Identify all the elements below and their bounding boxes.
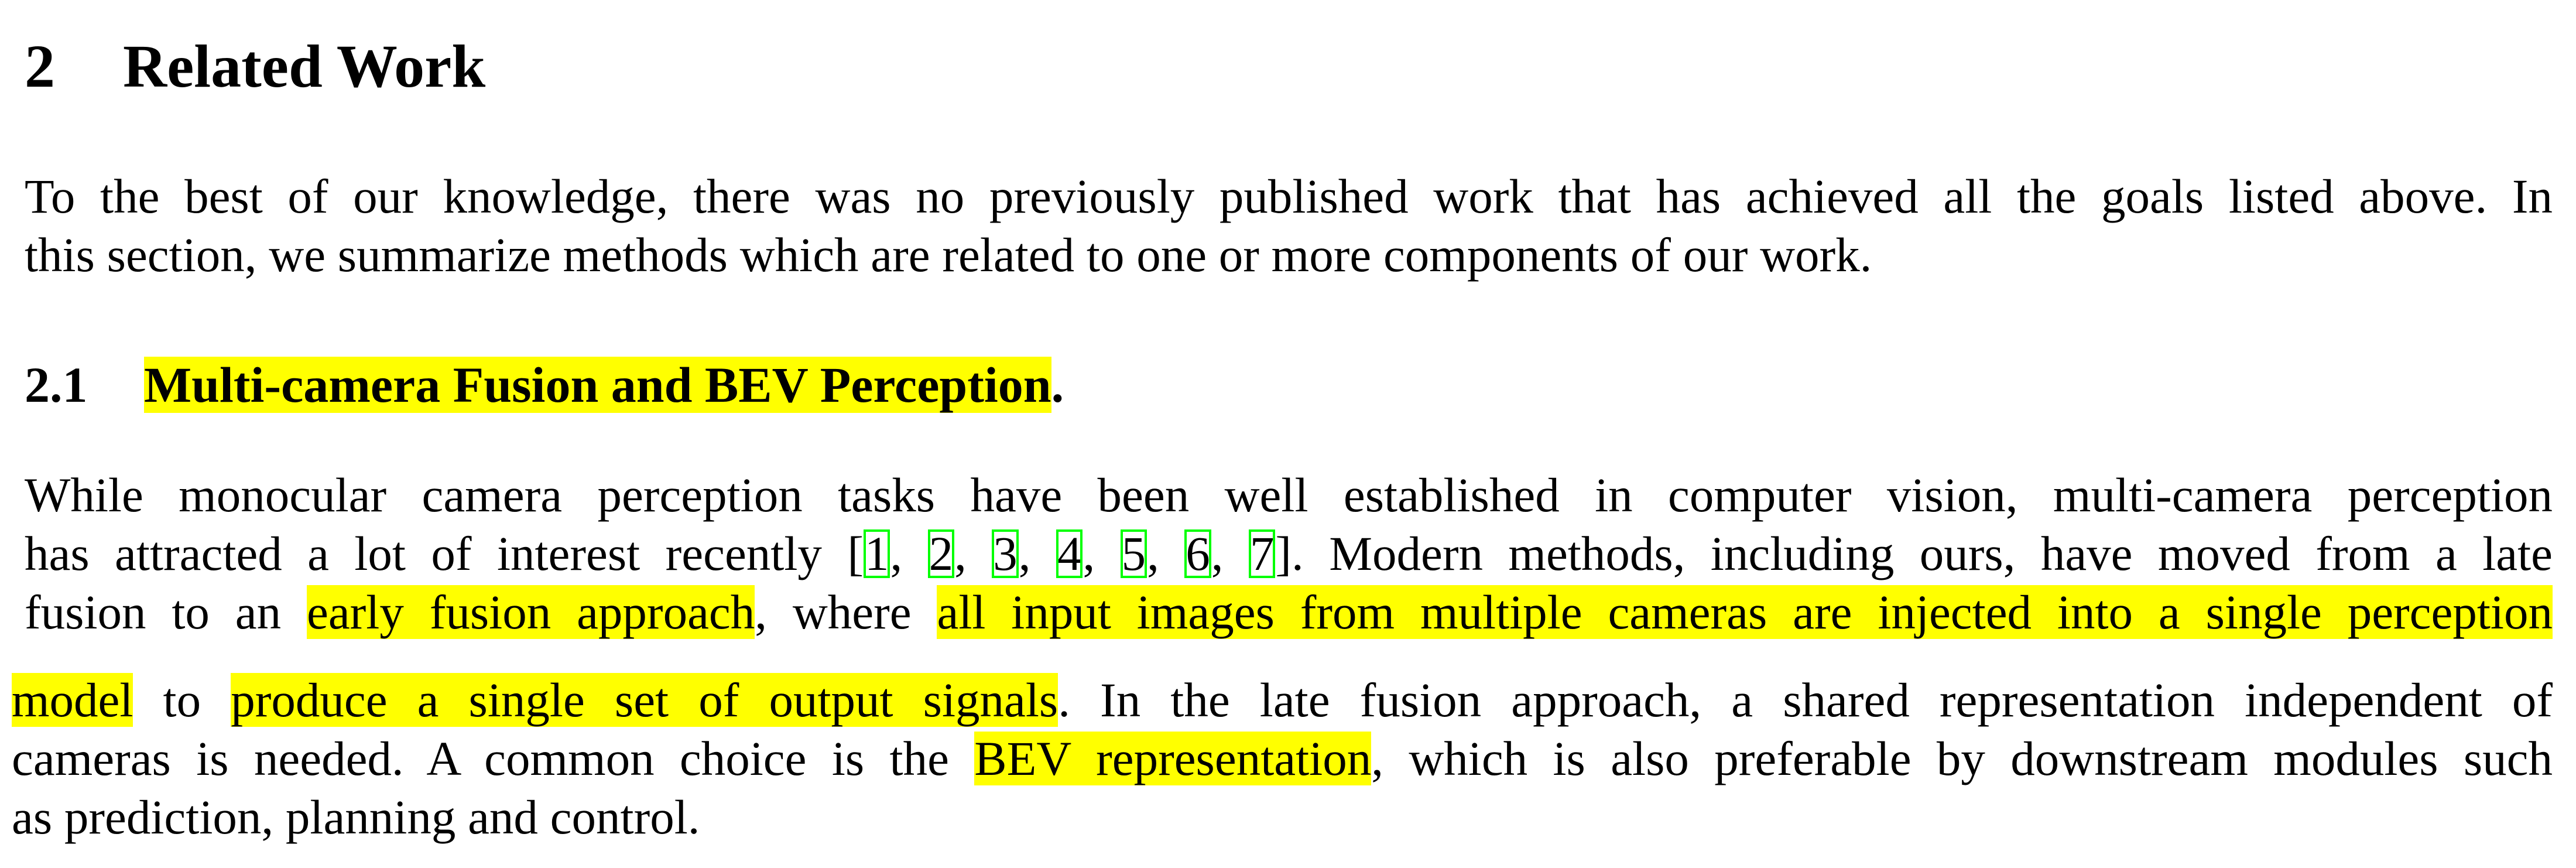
para-line-1: While monocular camera perception tasks … <box>25 468 2553 522</box>
citation-link-6[interactable]: 6 <box>1184 529 1211 578</box>
para-line-4: model to produce a single set of output … <box>12 671 2553 729</box>
intro-line-2: this section, we summarize methods which… <box>25 228 1872 282</box>
highlight-early-fusion: early fusion approach <box>306 585 755 639</box>
para-line-2-pre: has attracted a lot of interest recently… <box>25 527 864 580</box>
para-line-3-a: fusion to an <box>25 585 307 639</box>
para-line-5: cameras is needed. A common choice is th… <box>12 729 2553 788</box>
citation-link-5[interactable]: 5 <box>1120 529 1147 578</box>
subsection-title-period: . <box>1051 357 1064 413</box>
para-line-2: has attracted a lot of interest recently… <box>25 524 2553 583</box>
subsection-heading: 2.1 Multi-camera Fusion and BEV Perceptio… <box>25 351 1064 418</box>
intro-line-1: To the best of our knowledge, there was … <box>25 169 2553 223</box>
highlight-bev-representation: BEV representation <box>974 732 1372 785</box>
para-line-5-a: cameras is needed. A common choice is th… <box>12 732 975 785</box>
citation-separator: , <box>1083 527 1121 580</box>
para-line-3: fusion to an early fusion approach, wher… <box>25 583 2553 641</box>
citation-separator: , <box>1211 527 1249 580</box>
subsection-title: Multi-camera Fusion and BEV Perception <box>144 357 1051 413</box>
citation-separator: , <box>1147 527 1185 580</box>
highlight-input-images: all input images from multiple cameras a… <box>937 585 2553 639</box>
citation-link-3[interactable]: 3 <box>992 529 1019 578</box>
citation-separator: , <box>890 527 928 580</box>
para-line-2-post: ]. Modern methods, including ours, have … <box>1275 527 2553 580</box>
citation-link-4[interactable]: 4 <box>1056 529 1083 578</box>
citation-separator: , <box>1018 527 1056 580</box>
citation-link-2[interactable]: 2 <box>927 529 955 578</box>
citation-link-7[interactable]: 7 <box>1248 529 1276 578</box>
section-title: Related Work <box>123 33 486 100</box>
highlight-output-signals: produce a single set of output signals <box>231 673 1059 727</box>
section-heading: 2 Related Work <box>25 30 485 103</box>
section-number: 2 <box>25 33 55 100</box>
paper-page: 2 Related Work To the best of our knowled… <box>0 0 2576 868</box>
para-line-6: as prediction, planning and control. <box>12 790 700 844</box>
para-line-4-a: to <box>133 673 231 727</box>
para-line-5-b: , which is also preferable by downstream… <box>1371 732 2553 785</box>
citation-separator: , <box>954 527 992 580</box>
subsection-number: 2.1 <box>25 357 88 413</box>
para-line-3-b: , where <box>755 585 937 639</box>
para-line-4-b: . In the late fusion approach, a shared … <box>1058 673 2553 727</box>
citation-link-1[interactable]: 1 <box>863 529 890 578</box>
highlight-model: model <box>12 673 133 727</box>
